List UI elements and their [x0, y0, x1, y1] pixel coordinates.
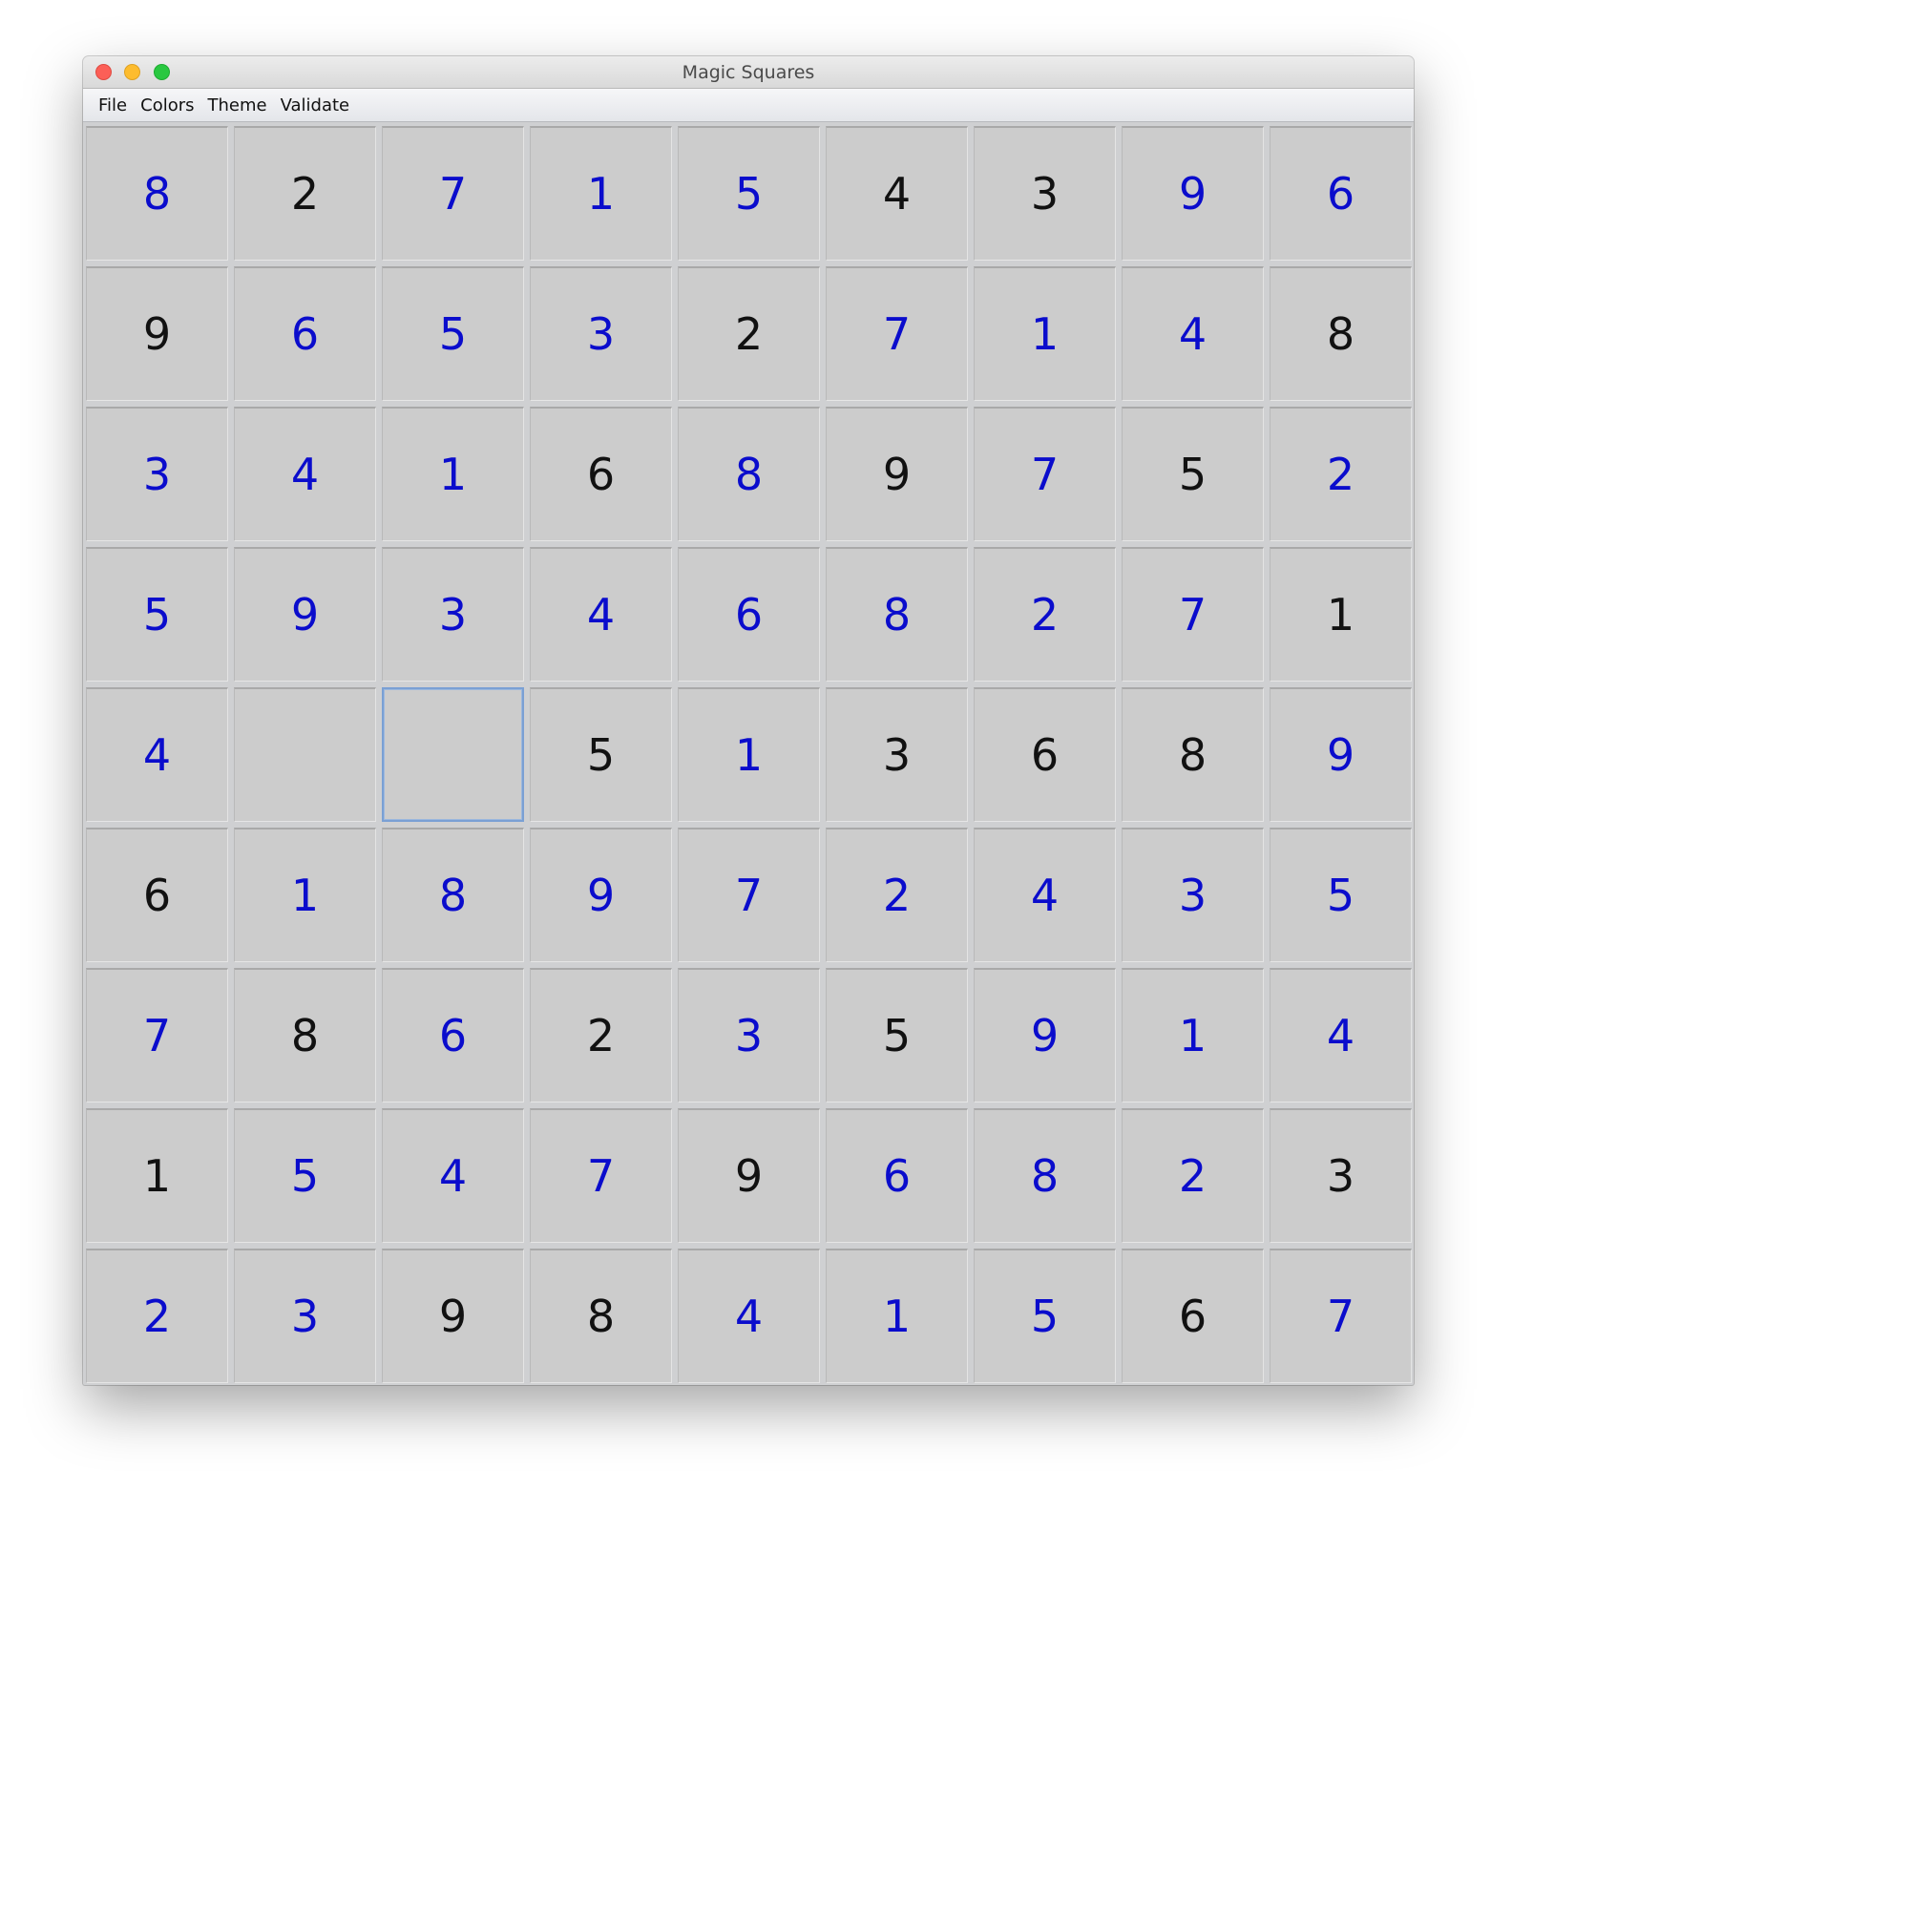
app-window: Magic Squares File Colors Theme Validate… — [83, 56, 1414, 1385]
grid-cell-r1-c2[interactable]: 2 — [234, 126, 376, 261]
grid-cell-r5-c7[interactable]: 6 — [974, 687, 1116, 822]
grid-cell-r4-c1[interactable]: 5 — [86, 547, 228, 682]
grid-cell-r8-c5[interactable]: 9 — [678, 1108, 820, 1243]
grid-cell-r1-c1[interactable]: 8 — [86, 126, 228, 261]
grid-cell-r1-c6[interactable]: 4 — [826, 126, 968, 261]
grid-cell-r9-c2[interactable]: 3 — [234, 1249, 376, 1383]
grid-cell-r3-c2[interactable]: 4 — [234, 407, 376, 541]
grid-cell-r5-c2[interactable] — [234, 687, 376, 822]
menu-file[interactable]: File — [92, 95, 134, 116]
menu-theme[interactable]: Theme — [201, 95, 274, 116]
grid-cell-r8-c9[interactable]: 3 — [1270, 1108, 1412, 1243]
grid-cell-r8-c6[interactable]: 6 — [826, 1108, 968, 1243]
grid-cell-r5-c8[interactable]: 8 — [1122, 687, 1264, 822]
grid-cell-r8-c7[interactable]: 8 — [974, 1108, 1116, 1243]
grid-cell-r7-c6[interactable]: 5 — [826, 968, 968, 1102]
grid-cell-r5-c1[interactable]: 4 — [86, 687, 228, 822]
grid-cell-r5-c3[interactable] — [382, 687, 524, 822]
grid-cell-r4-c3[interactable]: 3 — [382, 547, 524, 682]
grid-cell-r9-c3[interactable]: 9 — [382, 1249, 524, 1383]
grid-cell-r2-c1[interactable]: 9 — [86, 266, 228, 401]
grid-cell-r9-c5[interactable]: 4 — [678, 1249, 820, 1383]
window-title: Magic Squares — [682, 62, 815, 83]
grid-cell-r6-c7[interactable]: 4 — [974, 828, 1116, 962]
grid-cell-r6-c2[interactable]: 1 — [234, 828, 376, 962]
grid-cell-r4-c5[interactable]: 6 — [678, 547, 820, 682]
grid-cell-r4-c9[interactable]: 1 — [1270, 547, 1412, 682]
grid-cell-r7-c5[interactable]: 3 — [678, 968, 820, 1102]
grid-cell-r3-c5[interactable]: 8 — [678, 407, 820, 541]
grid-cell-r2-c4[interactable]: 3 — [530, 266, 672, 401]
grid-cell-r9-c1[interactable]: 2 — [86, 1249, 228, 1383]
grid-cell-r2-c8[interactable]: 4 — [1122, 266, 1264, 401]
grid-cell-r7-c1[interactable]: 7 — [86, 968, 228, 1102]
grid-cell-r8-c2[interactable]: 5 — [234, 1108, 376, 1243]
grid-cell-r3-c3[interactable]: 1 — [382, 407, 524, 541]
grid-cell-r5-c6[interactable]: 3 — [826, 687, 968, 822]
grid-cell-r4-c2[interactable]: 9 — [234, 547, 376, 682]
grid-cell-r9-c8[interactable]: 6 — [1122, 1249, 1264, 1383]
grid-cell-r1-c3[interactable]: 7 — [382, 126, 524, 261]
menu-colors[interactable]: Colors — [134, 95, 200, 116]
grid-cell-r5-c5[interactable]: 1 — [678, 687, 820, 822]
grid-cell-r9-c4[interactable]: 8 — [530, 1249, 672, 1383]
grid-cell-r3-c6[interactable]: 9 — [826, 407, 968, 541]
title-bar[interactable]: Magic Squares — [83, 56, 1414, 89]
grid-cell-r9-c9[interactable]: 7 — [1270, 1249, 1412, 1383]
grid-cell-r7-c9[interactable]: 4 — [1270, 968, 1412, 1102]
grid-cell-r6-c8[interactable]: 3 — [1122, 828, 1264, 962]
grid-cell-r9-c6[interactable]: 1 — [826, 1249, 968, 1383]
grid-cell-r8-c8[interactable]: 2 — [1122, 1108, 1264, 1243]
grid-cell-r1-c9[interactable]: 6 — [1270, 126, 1412, 261]
grid-cell-r3-c1[interactable]: 3 — [86, 407, 228, 541]
grid-cell-r8-c3[interactable]: 4 — [382, 1108, 524, 1243]
grid-cell-r3-c8[interactable]: 5 — [1122, 407, 1264, 541]
grid-cell-r2-c6[interactable]: 7 — [826, 266, 968, 401]
grid-cell-r8-c4[interactable]: 7 — [530, 1108, 672, 1243]
grid-cell-r9-c7[interactable]: 5 — [974, 1249, 1116, 1383]
grid-cell-r2-c7[interactable]: 1 — [974, 266, 1116, 401]
grid-cell-r1-c8[interactable]: 9 — [1122, 126, 1264, 261]
grid-cell-r7-c2[interactable]: 8 — [234, 968, 376, 1102]
grid-cell-r6-c9[interactable]: 5 — [1270, 828, 1412, 962]
grid-cell-r5-c9[interactable]: 9 — [1270, 687, 1412, 822]
grid-cell-r6-c1[interactable]: 6 — [86, 828, 228, 962]
grid-cell-r1-c4[interactable]: 1 — [530, 126, 672, 261]
menu-validate[interactable]: Validate — [274, 95, 357, 116]
grid-cell-r2-c2[interactable]: 6 — [234, 266, 376, 401]
grid-cell-r4-c4[interactable]: 4 — [530, 547, 672, 682]
grid-cell-r1-c5[interactable]: 5 — [678, 126, 820, 261]
grid-cell-r6-c4[interactable]: 9 — [530, 828, 672, 962]
menu-bar: File Colors Theme Validate — [83, 89, 1414, 122]
grid-cell-r3-c9[interactable]: 2 — [1270, 407, 1412, 541]
grid-cell-r7-c7[interactable]: 9 — [974, 968, 1116, 1102]
grid-cell-r6-c5[interactable]: 7 — [678, 828, 820, 962]
grid-cell-r6-c6[interactable]: 2 — [826, 828, 968, 962]
puzzle-grid: 8271543969653271483416897525934682714513… — [86, 126, 1413, 1384]
grid-cell-r7-c4[interactable]: 2 — [530, 968, 672, 1102]
grid-cell-r3-c7[interactable]: 7 — [974, 407, 1116, 541]
grid-cell-r4-c8[interactable]: 7 — [1122, 547, 1264, 682]
grid-cell-r8-c1[interactable]: 1 — [86, 1108, 228, 1243]
grid-cell-r4-c6[interactable]: 8 — [826, 547, 968, 682]
grid-cell-r2-c9[interactable]: 8 — [1270, 266, 1412, 401]
grid-cell-r6-c3[interactable]: 8 — [382, 828, 524, 962]
grid-cell-r7-c3[interactable]: 6 — [382, 968, 524, 1102]
grid-cell-r5-c4[interactable]: 5 — [530, 687, 672, 822]
grid-cell-r3-c4[interactable]: 6 — [530, 407, 672, 541]
grid-cell-r2-c5[interactable]: 2 — [678, 266, 820, 401]
grid-cell-r4-c7[interactable]: 2 — [974, 547, 1116, 682]
grid-cell-r7-c8[interactable]: 1 — [1122, 968, 1264, 1102]
grid-cell-r2-c3[interactable]: 5 — [382, 266, 524, 401]
grid-cell-r1-c7[interactable]: 3 — [974, 126, 1116, 261]
